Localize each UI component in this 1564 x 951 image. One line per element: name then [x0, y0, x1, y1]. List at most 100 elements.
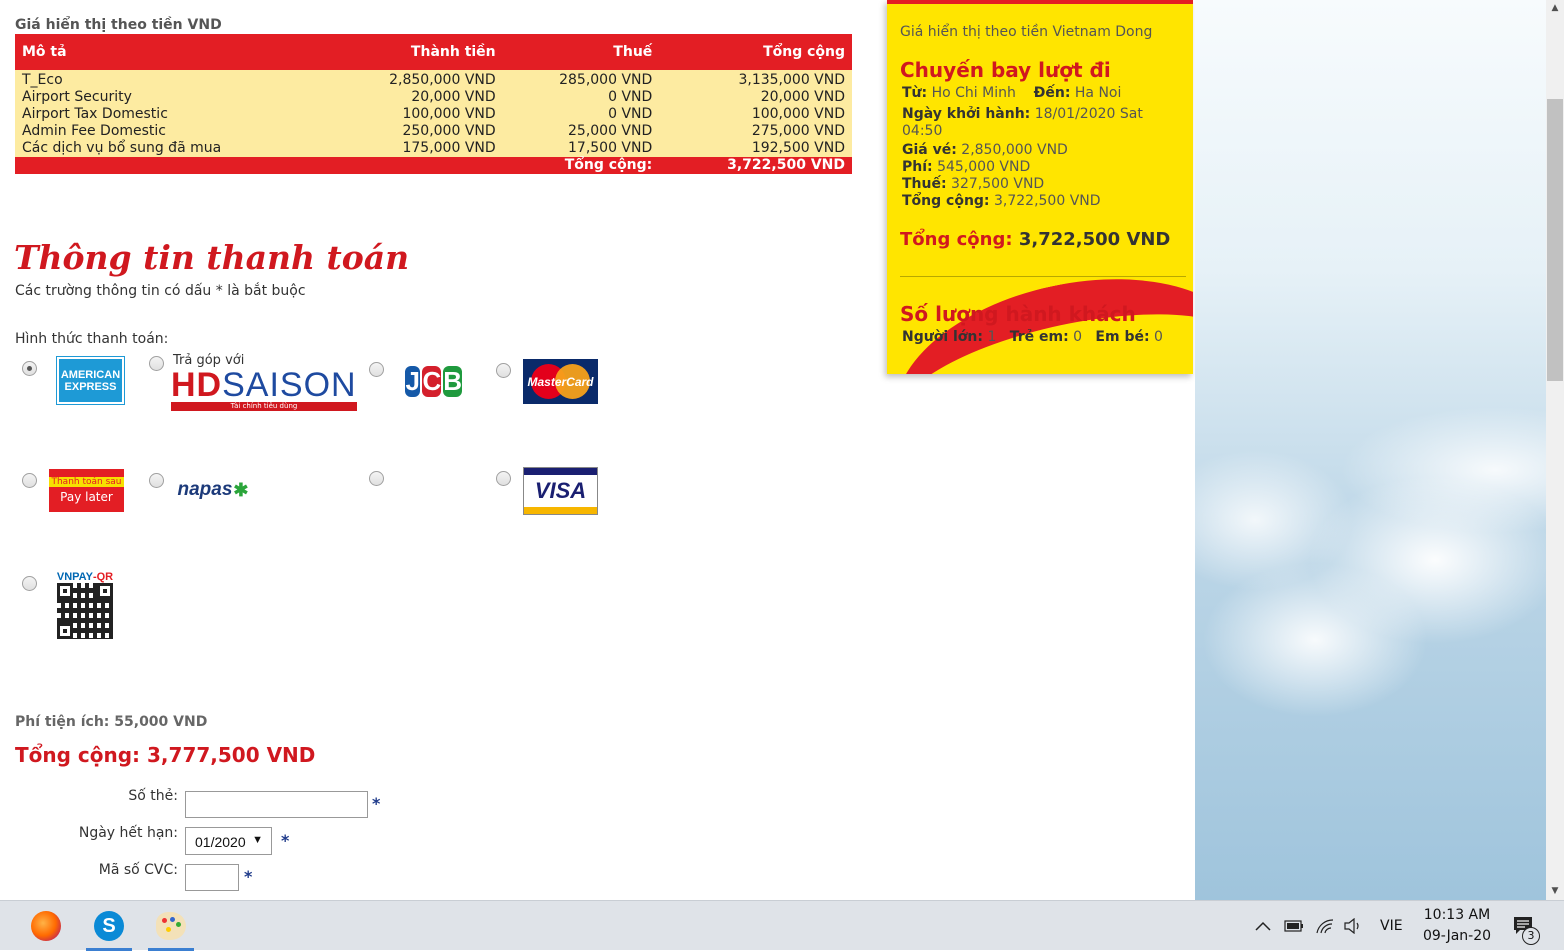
- qr-corner: [97, 583, 113, 599]
- expiry-label: Ngày hết hạn:: [78, 825, 178, 841]
- visa-bottom-band: [524, 507, 597, 514]
- radio-hd-saison[interactable]: [149, 356, 164, 371]
- cell-total: 192,500 VND: [659, 140, 852, 157]
- departure-time: 04:50: [902, 123, 943, 139]
- jcb-letter-c: C: [422, 366, 442, 397]
- qr-corner: [57, 583, 73, 599]
- required-mark: *: [281, 831, 290, 850]
- mastercard-text: MasterCard: [527, 374, 594, 389]
- jcb-letter-b: B: [443, 366, 462, 397]
- amex-logo[interactable]: AMERICAN EXPRESS: [56, 356, 125, 405]
- pay-later-bottom-text: Pay later: [60, 490, 113, 504]
- cell-tax: 285,000 VND: [502, 70, 660, 89]
- scroll-down-icon[interactable]: ▼: [1546, 883, 1564, 900]
- col-amount: Thành tiền: [326, 34, 503, 70]
- table-row: Admin Fee Domestic 250,000 VND 25,000 VN…: [15, 123, 852, 140]
- child-value: 0: [1073, 329, 1083, 345]
- tray-overflow-chevron-icon[interactable]: [1254, 901, 1272, 951]
- radio-napas[interactable]: [149, 473, 164, 488]
- infant-label: Em bé:: [1095, 329, 1150, 345]
- wifi-icon[interactable]: [1316, 901, 1334, 951]
- hd-saison-logo[interactable]: Trả góp với HDSAISON Tài chính tiêu dùng: [171, 353, 359, 411]
- unionpay-logo[interactable]: UnionPay: [398, 471, 468, 511]
- firefox-icon: [31, 911, 61, 941]
- input-language[interactable]: VIE: [1380, 901, 1403, 951]
- saison-text: SAISON: [222, 366, 357, 404]
- fare-label: Giá vé:: [902, 142, 957, 158]
- adult-label: Người lớn:: [902, 329, 983, 345]
- cell-tax: 0 VND: [502, 106, 660, 123]
- fare-value: 2,850,000 VND: [961, 142, 1068, 158]
- notification-count-badge: 3: [1522, 927, 1540, 945]
- scrollbar-thumb[interactable]: [1547, 99, 1563, 381]
- grand-total: Tổng cộng: 3,777,500 VND: [15, 743, 316, 767]
- cvc-input[interactable]: [185, 864, 239, 891]
- radio-jcb[interactable]: [369, 362, 384, 377]
- clock-time: 10:13 AM: [1423, 907, 1491, 923]
- adult-value: 1: [987, 329, 997, 345]
- payment-title: Thông tin thanh toán: [14, 238, 410, 277]
- booking-summary-card: Giá hiển thị theo tiền Vietnam Dong Chuy…: [887, 0, 1193, 374]
- taskbar-skype[interactable]: S: [84, 901, 134, 951]
- route-row: Từ: Ho Chi Minh Đến: Ha Noi: [902, 85, 1121, 101]
- table-row: Các dịch vụ bổ sung đã mua 175,000 VND 1…: [15, 140, 852, 157]
- napas-text: napas: [177, 479, 233, 500]
- vertical-scrollbar[interactable]: ▲ ▼: [1546, 0, 1564, 900]
- notification-center-icon[interactable]: 3: [1512, 901, 1540, 951]
- card-number-input[interactable]: [185, 791, 368, 818]
- infant-value: 0: [1154, 329, 1163, 345]
- payment-subtitle: Các trường thông tin có dấu * là bắt buộ…: [15, 283, 306, 299]
- windows-taskbar: S VIE 3: [0, 900, 1564, 951]
- radio-pay-later[interactable]: [22, 473, 37, 488]
- volume-icon[interactable]: [1343, 901, 1363, 951]
- table-total-value: 3,722,500 VND: [659, 157, 852, 174]
- cell-empty: [326, 157, 503, 174]
- amex-line2: EXPRESS: [64, 380, 117, 393]
- tax-label: Thuế:: [902, 176, 947, 192]
- radio-vnpay-qr[interactable]: [22, 576, 37, 591]
- pay-later-top-text: Thanh toán sau: [49, 477, 124, 487]
- radio-visa[interactable]: [496, 471, 511, 486]
- qr-corner: [57, 623, 73, 639]
- jcb-letter-j: J: [405, 366, 421, 397]
- skype-icon: S: [94, 911, 124, 941]
- departure-row: Ngày khởi hành: 18/01/2020 Sat: [902, 106, 1172, 122]
- visa-logo[interactable]: VISA: [523, 467, 598, 515]
- cell-amount: 100,000 VND: [326, 106, 503, 123]
- tax-value: 327,500 VND: [951, 176, 1045, 192]
- cell-tax: 17,500 VND: [502, 140, 660, 157]
- table-total-row: Tổng cộng: 3,722,500 VND: [15, 157, 852, 174]
- subtotal-label: Tổng cộng:: [902, 193, 990, 209]
- paint-icon: [156, 912, 186, 940]
- cell-tax: 25,000 VND: [502, 123, 660, 140]
- web-page: Giá hiển thị theo tiền VND Mô tả Thành t…: [0, 0, 1195, 900]
- clock-date: 09-Jan-20: [1422, 928, 1492, 944]
- radio-amex[interactable]: [22, 361, 37, 376]
- vnpay-qr-logo[interactable]: VNPAY-QR: [54, 569, 116, 641]
- battery-icon[interactable]: [1284, 901, 1304, 951]
- jcb-logo[interactable]: J C B: [404, 359, 463, 404]
- qr-text: -QR: [92, 571, 114, 583]
- taskbar-paint[interactable]: [146, 901, 196, 951]
- dropdown-arrow-icon: ▼: [252, 834, 263, 846]
- cell-amount: 20,000 VND: [326, 89, 503, 106]
- napas-logo[interactable]: napas ✱: [172, 477, 254, 503]
- qr-code-icon: [57, 583, 113, 639]
- visa-top-band: [524, 468, 597, 475]
- fee-label: Phí:: [902, 159, 933, 175]
- pay-later-logo[interactable]: Thanh toán sau Pay later: [49, 469, 124, 512]
- expiry-select[interactable]: 01/2020 ▼: [185, 827, 272, 855]
- cell-total: 100,000 VND: [659, 106, 852, 123]
- taskbar-firefox[interactable]: [21, 901, 71, 951]
- radio-mastercard[interactable]: [496, 363, 511, 378]
- to-label: Đến:: [1033, 85, 1071, 101]
- price-table: Mô tả Thành tiền Thuế Tổng cộng T_Eco 2,…: [15, 34, 852, 174]
- outbound-flight-title: Chuyến bay lượt đi: [900, 58, 1111, 82]
- price-currency-note: Giá hiển thị theo tiền VND: [15, 17, 222, 33]
- taskbar-clock[interactable]: 10:13 AM 09-Jan-20: [1418, 905, 1496, 947]
- radio-unionpay[interactable]: [369, 471, 384, 486]
- background-sky-image: [1195, 0, 1546, 900]
- table-row: Airport Tax Domestic 100,000 VND 0 VND 1…: [15, 106, 852, 123]
- scroll-up-icon[interactable]: ▲: [1546, 0, 1564, 17]
- mastercard-logo[interactable]: MasterCard: [523, 359, 598, 404]
